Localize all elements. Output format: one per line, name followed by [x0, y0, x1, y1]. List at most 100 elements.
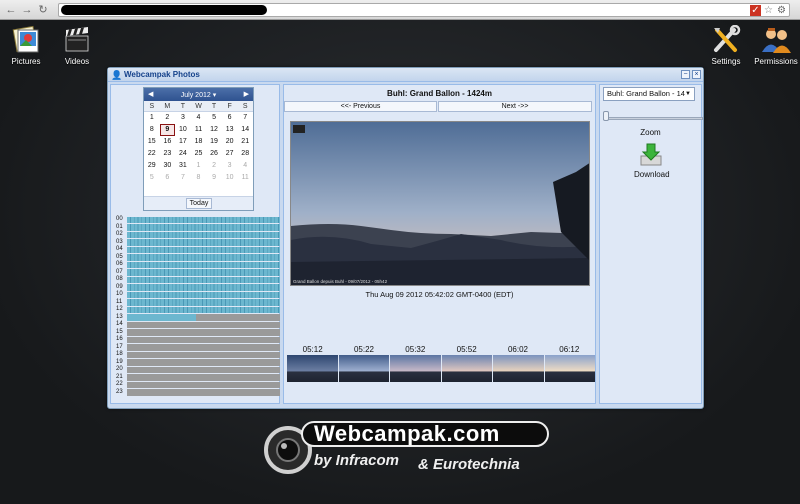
- timeline-thumbnail[interactable]: [338, 355, 389, 382]
- calendar-day[interactable]: 10: [175, 124, 191, 136]
- desktop-icon-pictures[interactable]: Pictures: [2, 25, 50, 66]
- calendar-day[interactable]: 2: [160, 112, 176, 124]
- hour-bar[interactable]: [127, 314, 280, 321]
- download-button[interactable]: Download: [634, 142, 670, 179]
- hour-bar[interactable]: [127, 389, 280, 396]
- calendar-day[interactable]: 13: [222, 124, 238, 136]
- zoom-slider-track[interactable]: [603, 117, 703, 120]
- calendar-day[interactable]: 6: [160, 172, 176, 184]
- calendar-day[interactable]: 31: [175, 160, 191, 172]
- previous-button[interactable]: <<- Previous: [284, 101, 437, 112]
- calendar-day[interactable]: 15: [144, 136, 160, 148]
- hour-row[interactable]: 08: [116, 276, 280, 284]
- calendar-day[interactable]: 4: [237, 160, 253, 172]
- camera-select[interactable]: Buhl: Grand Ballon - 14 ▼: [603, 87, 695, 101]
- hour-bar[interactable]: [127, 216, 280, 223]
- zoom-slider-handle[interactable]: [603, 111, 609, 121]
- hour-bar[interactable]: [127, 269, 280, 276]
- calendar-day[interactable]: 20: [222, 136, 238, 148]
- address-bar[interactable]: ✓ ☆ ⚙: [58, 3, 790, 17]
- calendar-day[interactable]: 26: [206, 148, 222, 160]
- calendar-day[interactable]: 25: [191, 148, 207, 160]
- today-button[interactable]: Today: [186, 198, 212, 209]
- reload-icon[interactable]: ↻: [36, 3, 50, 17]
- next-month-icon[interactable]: ▶: [244, 90, 249, 98]
- hour-row[interactable]: 02: [116, 231, 280, 239]
- close-icon[interactable]: ×: [692, 70, 701, 79]
- hour-row[interactable]: 05: [116, 254, 280, 262]
- hour-bar[interactable]: [127, 291, 280, 298]
- hour-row[interactable]: 07: [116, 269, 280, 277]
- calendar-day[interactable]: 30: [160, 160, 176, 172]
- calendar-day[interactable]: 29: [144, 160, 160, 172]
- calendar-day[interactable]: 16: [160, 136, 176, 148]
- calendar-day[interactable]: 4: [191, 112, 207, 124]
- hour-row[interactable]: 09: [116, 284, 280, 292]
- hour-row[interactable]: 00: [116, 216, 280, 224]
- hour-row[interactable]: 11: [116, 299, 280, 307]
- hour-bar[interactable]: [127, 224, 280, 231]
- calendar-day[interactable]: 11: [237, 172, 253, 184]
- hour-row[interactable]: 01: [116, 224, 280, 232]
- calendar-day[interactable]: 12: [206, 124, 222, 136]
- hour-row[interactable]: 04: [116, 246, 280, 254]
- calendar-day[interactable]: 22: [144, 148, 160, 160]
- hour-row[interactable]: 23: [116, 389, 280, 397]
- extension-icon[interactable]: ✓: [750, 5, 761, 16]
- hour-row[interactable]: 22: [116, 381, 280, 389]
- hour-row[interactable]: 03: [116, 239, 280, 247]
- calendar-day[interactable]: 1: [191, 160, 207, 172]
- minimize-icon[interactable]: −: [681, 70, 690, 79]
- forward-arrow-icon[interactable]: →: [20, 3, 34, 17]
- hour-bar[interactable]: [127, 261, 280, 268]
- desktop-icon-permissions[interactable]: Permissions: [752, 25, 800, 66]
- hour-bar[interactable]: [127, 299, 280, 306]
- calendar-day[interactable]: 9: [159, 124, 176, 136]
- timeline-thumbnail[interactable]: [441, 355, 492, 382]
- calendar-day[interactable]: 24: [175, 148, 191, 160]
- calendar-day[interactable]: 8: [144, 124, 160, 136]
- timeline-thumbnail[interactable]: [493, 355, 544, 382]
- hour-bar[interactable]: [127, 239, 280, 246]
- calendar-day[interactable]: 23: [160, 148, 176, 160]
- calendar-day[interactable]: 10: [222, 172, 238, 184]
- calendar-day[interactable]: 7: [175, 172, 191, 184]
- hour-row[interactable]: 20: [116, 366, 280, 374]
- next-button[interactable]: Next ->>: [438, 101, 592, 112]
- calendar-day[interactable]: 19: [206, 136, 222, 148]
- bookmark-star-icon[interactable]: ☆: [763, 5, 774, 16]
- hour-bar[interactable]: [127, 329, 280, 336]
- calendar-day[interactable]: 7: [237, 112, 253, 124]
- hour-bar[interactable]: [127, 351, 280, 358]
- calendar-day[interactable]: 6: [222, 112, 238, 124]
- hour-bar[interactable]: [127, 231, 280, 238]
- hour-bar[interactable]: [127, 276, 280, 283]
- hour-bar[interactable]: [127, 344, 280, 351]
- calendar-day[interactable]: 28: [237, 148, 253, 160]
- calendar-day[interactable]: 5: [144, 172, 160, 184]
- calendar-day[interactable]: 27: [222, 148, 238, 160]
- hour-bar[interactable]: [127, 381, 280, 388]
- hour-row[interactable]: 19: [116, 359, 280, 367]
- hour-bar[interactable]: [127, 254, 280, 261]
- hour-row[interactable]: 10: [116, 291, 280, 299]
- webcam-photo[interactable]: Grand Ballon depuis Buhl - 09/07/2012 - …: [290, 121, 590, 286]
- hour-bar[interactable]: [127, 284, 280, 291]
- calendar-day[interactable]: 3: [175, 112, 191, 124]
- calendar-day[interactable]: 14: [237, 124, 253, 136]
- calendar-day[interactable]: 5: [206, 112, 222, 124]
- hour-row[interactable]: 12: [116, 306, 280, 314]
- hour-row[interactable]: 13: [116, 314, 280, 322]
- hour-bar[interactable]: [127, 359, 280, 366]
- hour-bar[interactable]: [127, 321, 280, 328]
- calendar-day[interactable]: 1: [144, 112, 160, 124]
- calendar-day[interactable]: 11: [191, 124, 207, 136]
- hour-row[interactable]: 15: [116, 329, 280, 337]
- hour-row[interactable]: 18: [116, 351, 280, 359]
- hour-bar[interactable]: [127, 336, 280, 343]
- wrench-menu-icon[interactable]: ⚙: [776, 5, 787, 16]
- timeline-thumbnail[interactable]: [544, 355, 595, 382]
- desktop-icon-settings[interactable]: Settings: [702, 24, 750, 66]
- hour-row[interactable]: 14: [116, 321, 280, 329]
- hour-row[interactable]: 06: [116, 261, 280, 269]
